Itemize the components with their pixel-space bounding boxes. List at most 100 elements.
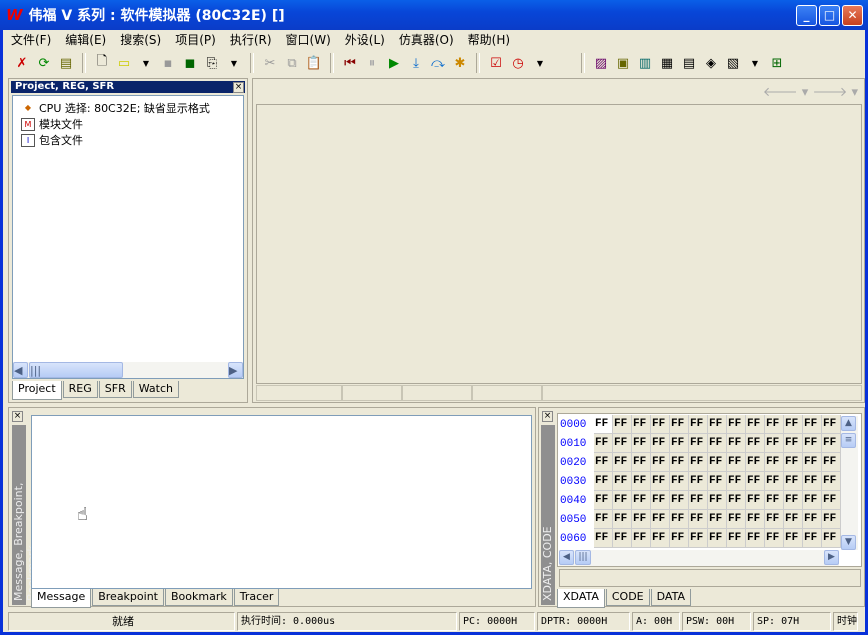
memory-cell[interactable]: FF [708,491,727,510]
memory-cell[interactable]: FF [727,415,746,434]
run-icon[interactable]: ▶ [385,54,403,72]
tab-watch[interactable]: Watch [132,381,179,398]
memory-cell[interactable]: FF [765,510,784,529]
memory-cell[interactable]: FF [727,434,746,453]
memory-cell[interactable]: FF [727,472,746,491]
memory-cell[interactable]: FF [594,415,613,434]
memory-cell[interactable]: FF [632,491,651,510]
memory-cell[interactable]: FF [708,415,727,434]
dropdown-icon[interactable]: ▼ [225,54,243,72]
pause-icon[interactable]: ⏸ [363,54,381,72]
save-all-icon[interactable]: ◼ [181,54,199,72]
view-code-icon[interactable]: ◈ [702,54,720,72]
copy-icon[interactable]: ⧉ [283,54,301,72]
paste-icon[interactable]: 📋 [305,54,323,72]
memory-cell[interactable]: FF [689,472,708,491]
memory-cell[interactable]: FF [594,510,613,529]
scroll-down-button[interactable]: ▼ [841,535,856,550]
memory-cell[interactable]: FF [651,491,670,510]
reset-icon[interactable]: ⏮ [341,54,359,72]
memory-cell[interactable]: FF [632,529,651,548]
memory-cell[interactable]: FF [822,415,841,434]
close-panel-icon[interactable]: × [233,82,244,93]
tab-breakpoint[interactable]: Breakpoint [92,589,164,606]
view-reg-icon[interactable]: ▥ [636,54,654,72]
menu-edit[interactable]: 编辑(E) [65,31,106,48]
view-memory-icon[interactable]: ▧ [724,54,742,72]
memory-cell[interactable]: FF [803,415,822,434]
back-icon[interactable]: 🡐 ▾ [763,85,809,100]
scroll-up-button[interactable]: ▲ [841,416,856,431]
view-wave-icon[interactable]: ⊞ [768,54,786,72]
memory-cell[interactable]: FF [632,415,651,434]
memory-cell[interactable]: FF [594,491,613,510]
forward-icon[interactable]: 🡒 ▾ [812,85,858,100]
tree-item-includes[interactable]: I 包含文件 [21,132,243,148]
close-button[interactable]: ✕ [842,5,863,26]
close-panel-icon[interactable]: × [12,411,23,422]
memory-cell[interactable]: FF [803,434,822,453]
memory-cell[interactable]: FF [613,529,632,548]
memory-cell[interactable]: FF [727,453,746,472]
open-folder-icon[interactable]: ▭ [115,54,133,72]
view-sfr-icon[interactable]: ▦ [658,54,676,72]
tab-code[interactable]: CODE [605,589,650,606]
memory-cell[interactable]: FF [613,491,632,510]
close-project-icon[interactable]: ✗ [13,54,31,72]
memory-cell[interactable]: FF [784,415,803,434]
memory-cell[interactable]: FF [784,491,803,510]
step-over-icon[interactable]: ⤼ [429,54,447,72]
memory-cell[interactable]: FF [746,472,765,491]
close-panel-icon[interactable]: × [542,411,553,422]
memory-cell[interactable]: FF [803,491,822,510]
dropdown-icon[interactable]: ▼ [746,54,764,72]
tab-xdata[interactable]: XDATA [557,589,605,608]
memory-cell[interactable]: FF [708,453,727,472]
memory-cell[interactable]: FF [784,453,803,472]
memory-cell[interactable]: FF [784,510,803,529]
tab-sfr[interactable]: SFR [98,381,132,398]
memory-cell[interactable]: FF [784,529,803,548]
tab-project[interactable]: Project [12,381,62,400]
memory-cell[interactable]: FF [689,453,708,472]
memory-cell[interactable]: FF [689,529,708,548]
memory-cell[interactable]: FF [613,434,632,453]
memory-cell[interactable]: FF [765,491,784,510]
tab-tracer[interactable]: Tracer [233,589,280,606]
memory-cell[interactable]: FF [613,453,632,472]
cut-icon[interactable]: ✂ [261,54,279,72]
minimize-button[interactable]: _ [796,5,817,26]
memory-cell[interactable]: FF [765,472,784,491]
memory-cell[interactable]: FF [765,434,784,453]
memory-cell[interactable]: FF [632,472,651,491]
tree-item-modules[interactable]: M 模块文件 [21,116,243,132]
memory-cell[interactable]: FF [803,472,822,491]
project-icon[interactable]: ⎘ [203,54,221,72]
memory-cell[interactable]: FF [746,510,765,529]
tab-reg[interactable]: REG [62,381,98,398]
memory-cell[interactable]: FF [670,491,689,510]
memory-cell[interactable]: FF [594,434,613,453]
scroll-left-button[interactable]: ◀ [559,550,574,565]
view-data-icon[interactable]: ▤ [680,54,698,72]
menu-run[interactable]: 执行(R) [230,31,272,48]
memory-cell[interactable]: FF [822,453,841,472]
memory-cell[interactable]: FF [632,510,651,529]
refresh-icon[interactable]: ⟳ [35,54,53,72]
memory-cell[interactable]: FF [822,472,841,491]
menu-emulator[interactable]: 仿真器(O) [399,31,454,48]
memory-cell[interactable]: FF [670,472,689,491]
memory-cell[interactable]: FF [822,510,841,529]
memory-cell[interactable]: FF [651,434,670,453]
memory-cell[interactable]: FF [803,529,822,548]
run-to-cursor-icon[interactable]: ✱ [451,54,469,72]
scroll-right-button[interactable]: ▶ [824,550,839,565]
memory-cell[interactable]: FF [670,510,689,529]
maximize-button[interactable]: □ [819,5,840,26]
dropdown-icon[interactable]: ▼ [137,54,155,72]
view-cpu-icon[interactable]: ▣ [614,54,632,72]
memory-cell[interactable]: FF [746,434,765,453]
menu-help[interactable]: 帮助(H) [468,31,510,48]
scroll-thumb[interactable]: ||| [29,362,123,378]
memory-cell[interactable]: FF [708,434,727,453]
